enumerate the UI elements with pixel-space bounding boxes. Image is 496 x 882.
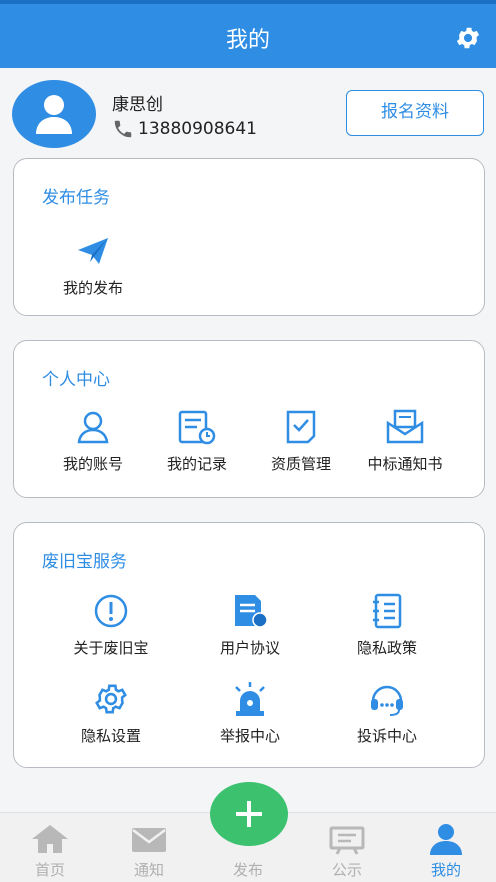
person-icon [430, 824, 462, 855]
tab-home-label: 首页 [34, 861, 65, 879]
info-icon [94, 594, 128, 628]
gear-icon[interactable] [454, 24, 482, 52]
user-icon [77, 411, 109, 444]
phone-number: 13880908641 [138, 119, 257, 139]
board-icon [329, 826, 365, 855]
tab-publish-label: 发布 [232, 861, 263, 879]
agreement-icon [235, 595, 268, 628]
user-name: 康思创 [112, 95, 163, 115]
tab-notice[interactable]: 通知 [99, 813, 199, 882]
publish-card-title: 发布任务 [42, 188, 110, 208]
user-phone: 13880908641 [112, 118, 257, 140]
personal-card-title: 个人中心 [42, 370, 110, 390]
complaint-center-label: 投诉中心 [356, 727, 417, 745]
tab-mine-label: 我的 [430, 861, 461, 879]
mail-icon [132, 828, 166, 852]
plus-icon [236, 801, 262, 827]
record-icon [178, 410, 216, 445]
service-card: 废旧宝服务 关于废旧宝 用户协议 隐私政策 隐私设置 举报中心 投诉中心 [13, 522, 485, 768]
my-publish-label: 我的发布 [62, 279, 123, 297]
notebook-icon [373, 593, 402, 629]
profile-section: 康思创 13880908641 报名资料 [0, 68, 496, 156]
qualification-icon [286, 410, 316, 444]
tab-public[interactable]: 公示 [297, 813, 397, 882]
tab-public-label: 公示 [331, 861, 362, 879]
privacy-policy-label: 隐私政策 [356, 639, 417, 657]
avatar[interactable] [12, 80, 96, 148]
qualification-item[interactable]: 资质管理 [246, 409, 356, 474]
tab-notice-label: 通知 [133, 861, 164, 879]
privacy-policy-item[interactable]: 隐私政策 [332, 593, 442, 658]
personal-center-card: 个人中心 我的账号 我的记录 资质管理 中标通知书 [13, 340, 485, 498]
publish-fab-button[interactable] [210, 782, 288, 846]
headset-icon [371, 685, 403, 716]
user-agreement-label: 用户协议 [219, 639, 280, 657]
report-center-item[interactable]: 举报中心 [195, 681, 305, 746]
privacy-settings-item[interactable]: 隐私设置 [56, 681, 166, 746]
bid-notice-item[interactable]: 中标通知书 [350, 409, 460, 474]
my-account-label: 我的账号 [62, 455, 123, 473]
my-record-label: 我的记录 [166, 455, 227, 473]
complaint-center-item[interactable]: 投诉中心 [332, 681, 442, 746]
register-info-button[interactable]: 报名资料 [346, 90, 484, 136]
settings-icon [95, 684, 127, 714]
page-title: 我的 [225, 28, 270, 53]
my-account-item[interactable]: 我的账号 [38, 409, 148, 474]
my-publish-item[interactable]: 我的发布 [38, 233, 148, 298]
report-center-label: 举报中心 [219, 727, 280, 745]
qualification-label: 资质管理 [270, 455, 331, 473]
user-avatar-icon [36, 95, 72, 134]
bid-notice-label: 中标通知书 [367, 455, 443, 473]
my-record-item[interactable]: 我的记录 [142, 409, 252, 474]
about-label: 关于废旧宝 [73, 639, 149, 657]
home-icon [32, 825, 68, 853]
tab-home[interactable]: 首页 [0, 813, 100, 882]
service-card-title: 废旧宝服务 [42, 552, 127, 572]
top-bar: 我的 [0, 0, 496, 68]
about-item[interactable]: 关于废旧宝 [56, 593, 166, 658]
publish-card: 发布任务 我的发布 [13, 158, 485, 316]
paper-plane-icon [78, 238, 108, 264]
siren-icon [235, 682, 265, 716]
phone-icon [114, 120, 132, 138]
tab-mine[interactable]: 我的 [396, 813, 496, 882]
envelope-icon [386, 409, 424, 444]
privacy-settings-label: 隐私设置 [80, 727, 141, 745]
user-agreement-item[interactable]: 用户协议 [195, 593, 305, 658]
